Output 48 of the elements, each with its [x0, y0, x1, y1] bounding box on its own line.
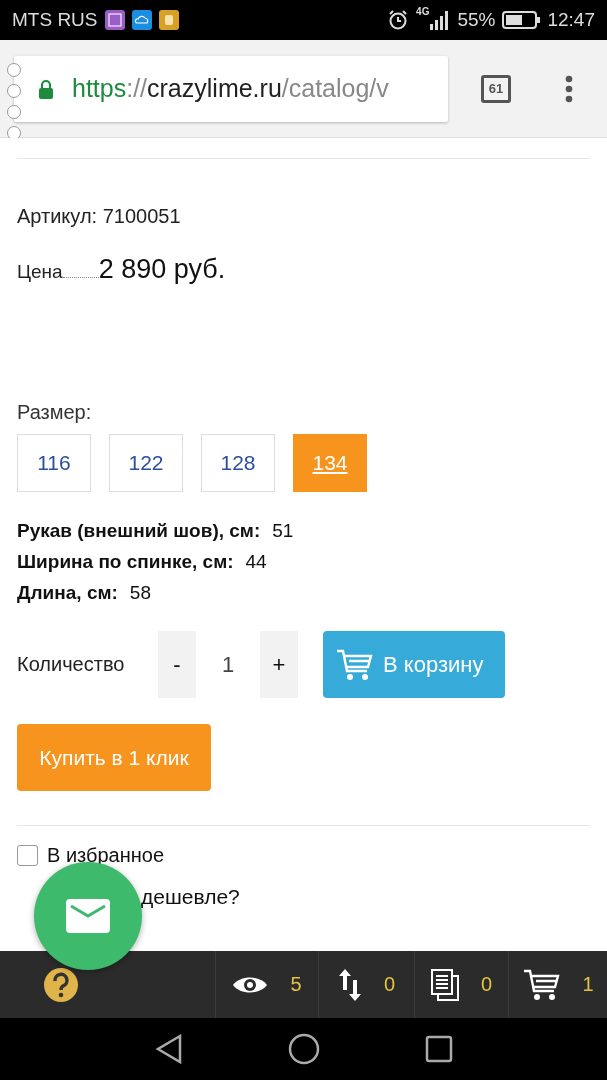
- recent-apps-icon[interactable]: [425, 1035, 453, 1063]
- documents-icon[interactable]: [430, 968, 459, 1001]
- sku-text: Артикул: 7100051: [17, 205, 182, 228]
- price-value: 2 890 руб.: [98, 254, 226, 285]
- carrier-name: MTS RUS: [12, 9, 98, 31]
- spec-value: 58: [129, 582, 151, 604]
- spec-value: 51: [272, 520, 294, 542]
- battery-percent: 55%: [457, 9, 496, 31]
- cloud-icon: [131, 10, 152, 30]
- back-icon[interactable]: [155, 1034, 183, 1064]
- size-option[interactable]: 116: [17, 434, 91, 492]
- quantity-label: Количество: [17, 653, 126, 676]
- menu-icon[interactable]: [565, 74, 573, 103]
- size-option[interactable]: 128: [201, 434, 275, 492]
- gallery-icon: [104, 10, 125, 30]
- tab-count-button[interactable]: 61: [481, 74, 511, 103]
- cheaper-link[interactable]: дешевле?: [141, 885, 240, 908]
- compare-arrows-icon[interactable]: [337, 967, 362, 1002]
- spec-label: Ширина по спинке, см:: [17, 551, 234, 573]
- signal-icon: [430, 10, 451, 30]
- help-icon[interactable]: [43, 966, 79, 1003]
- spec-label: Рукав (внешний шов), см:: [17, 520, 261, 542]
- counter: 1: [582, 973, 594, 996]
- spec-value: 44: [245, 551, 267, 573]
- lock-icon: [38, 78, 54, 99]
- address-bar[interactable]: https://crazylime.ru/catalog/v: [14, 55, 448, 122]
- url-text: https://crazylime.ru/catalog/v: [72, 74, 389, 103]
- counter: 0: [383, 973, 396, 996]
- decrease-button[interactable]: -: [158, 631, 196, 698]
- mail-icon: [66, 899, 110, 933]
- size-option[interactable]: 122: [109, 434, 183, 492]
- favorite-label: В избранное: [47, 844, 165, 867]
- mail-button[interactable]: [34, 862, 142, 970]
- cart-icon: [335, 647, 373, 682]
- leader-line: [62, 277, 99, 278]
- spec-label: Длина, см:: [17, 582, 118, 604]
- battery-icon: [502, 11, 541, 29]
- counter: 5: [290, 973, 302, 996]
- quantity-field[interactable]: 1: [196, 631, 260, 698]
- increase-button[interactable]: +: [260, 631, 298, 698]
- counter: 0: [480, 973, 493, 996]
- network-type: 4G: [416, 6, 430, 17]
- size-label: Размер:: [17, 401, 93, 424]
- home-icon[interactable]: [288, 1033, 320, 1065]
- clock: 12:47: [547, 9, 595, 31]
- cart-icon[interactable]: [522, 967, 561, 1002]
- favorite-checkbox[interactable]: [17, 845, 38, 866]
- price-label: Цена: [17, 261, 63, 283]
